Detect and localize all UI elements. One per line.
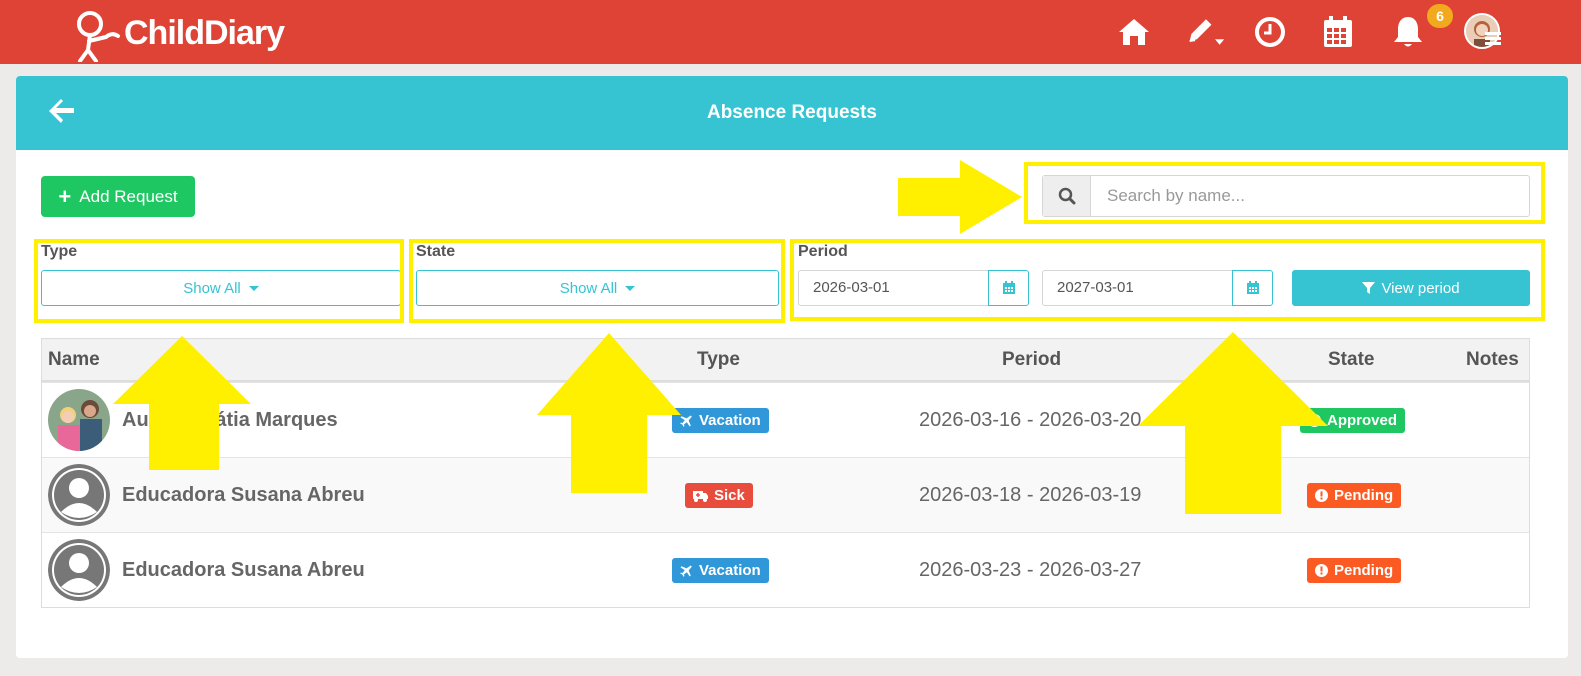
search-input[interactable] bbox=[1091, 176, 1529, 216]
row-period: 2026-03-16 - 2026-03-20 bbox=[919, 409, 1142, 431]
calendar-icon[interactable] bbox=[988, 270, 1029, 306]
row-name: Educadora Susana Abreu bbox=[122, 559, 365, 581]
childdiary-logo[interactable]: ChildDiary bbox=[72, 10, 285, 62]
table-row[interactable]: Auxiliar Cátia Marques Vacation 2026-03-… bbox=[42, 382, 1529, 457]
chevron-down-icon bbox=[625, 285, 636, 291]
table-row[interactable]: Educadora Susana Abreu Sick 2026-03-18 -… bbox=[42, 457, 1529, 532]
view-period-button[interactable]: View period bbox=[1292, 270, 1530, 306]
clock-icon[interactable] bbox=[1250, 12, 1290, 52]
column-header-notes[interactable]: Notes bbox=[1466, 339, 1519, 381]
page-title: Absence Requests bbox=[706, 102, 877, 123]
column-header-type[interactable]: Type bbox=[697, 339, 740, 381]
status-badge-label: Approved bbox=[1327, 412, 1398, 429]
calendar-icon[interactable] bbox=[1318, 12, 1358, 52]
period-filter-label: Period bbox=[798, 243, 848, 260]
type-filter-dropdown[interactable]: Show All bbox=[41, 270, 401, 306]
column-header-name[interactable]: Name bbox=[48, 339, 100, 381]
avatar bbox=[48, 464, 110, 526]
row-name: Educadora Susana Abreu bbox=[122, 484, 365, 506]
status-badge: Pending bbox=[1307, 558, 1402, 583]
search-icon bbox=[1043, 176, 1091, 216]
filter-icon bbox=[1362, 281, 1376, 294]
exclamation-icon bbox=[1315, 489, 1328, 502]
plane-icon bbox=[680, 415, 692, 427]
brand-name: ChildDiary bbox=[124, 13, 285, 52]
chevron-down-icon bbox=[248, 285, 259, 291]
type-badge: Vacation bbox=[672, 558, 769, 583]
table-header: Name Type Period State Notes bbox=[42, 339, 1529, 382]
absence-table: Name Type Period State Notes Auxiliar Cá… bbox=[41, 338, 1530, 608]
menu-icon[interactable] bbox=[1485, 30, 1501, 46]
add-request-label: Add Request bbox=[79, 186, 178, 206]
period-end-input[interactable]: 2027-03-01 bbox=[1042, 270, 1233, 306]
column-header-state[interactable]: State bbox=[1328, 339, 1374, 381]
view-period-label: View period bbox=[1381, 279, 1460, 297]
row-period: 2026-03-18 - 2026-03-19 bbox=[919, 484, 1142, 506]
avatar bbox=[48, 389, 110, 451]
search-group bbox=[1042, 175, 1530, 217]
type-filter-value: Show All bbox=[183, 279, 241, 297]
status-badge: Approved bbox=[1300, 408, 1406, 433]
ambulance-icon bbox=[693, 491, 708, 502]
back-arrow-icon[interactable] bbox=[46, 96, 82, 132]
top-navbar: ChildDiary 6 bbox=[0, 0, 1581, 64]
row-name: Auxiliar Cátia Marques bbox=[122, 409, 338, 431]
pencil-icon[interactable] bbox=[1186, 12, 1226, 52]
type-badge-label: Vacation bbox=[699, 412, 761, 429]
table-row[interactable]: Educadora Susana Abreu Vacation 2026-03-… bbox=[42, 532, 1529, 607]
plane-icon bbox=[680, 565, 692, 577]
logo-figure-icon bbox=[77, 11, 120, 62]
type-badge: Sick bbox=[685, 483, 753, 508]
status-badge-label: Pending bbox=[1334, 487, 1394, 504]
state-filter-label: State bbox=[416, 243, 456, 260]
add-request-button[interactable]: + Add Request bbox=[41, 176, 195, 217]
state-filter-dropdown[interactable]: Show All bbox=[416, 270, 779, 306]
home-icon[interactable] bbox=[1114, 12, 1154, 52]
exclamation-icon bbox=[1315, 564, 1328, 577]
check-icon bbox=[1308, 414, 1321, 427]
status-badge: Pending bbox=[1307, 483, 1402, 508]
panel-header: Absence Requests bbox=[16, 76, 1568, 150]
type-badge-label: Sick bbox=[714, 487, 745, 504]
type-filter-label: Type bbox=[41, 243, 78, 260]
column-header-period[interactable]: Period bbox=[1002, 339, 1061, 381]
type-badge-label: Vacation bbox=[699, 562, 761, 579]
period-start-input[interactable]: 2026-03-01 bbox=[798, 270, 989, 306]
notification-badge: 6 bbox=[1427, 4, 1453, 28]
state-filter-value: Show All bbox=[559, 279, 618, 297]
avatar bbox=[48, 539, 110, 601]
bell-icon[interactable] bbox=[1388, 12, 1428, 52]
row-period: 2026-03-23 - 2026-03-27 bbox=[919, 559, 1142, 581]
type-badge: Vacation bbox=[672, 408, 769, 433]
calendar-icon[interactable] bbox=[1232, 270, 1273, 306]
status-badge-label: Pending bbox=[1334, 562, 1394, 579]
plus-icon: + bbox=[58, 183, 72, 209]
